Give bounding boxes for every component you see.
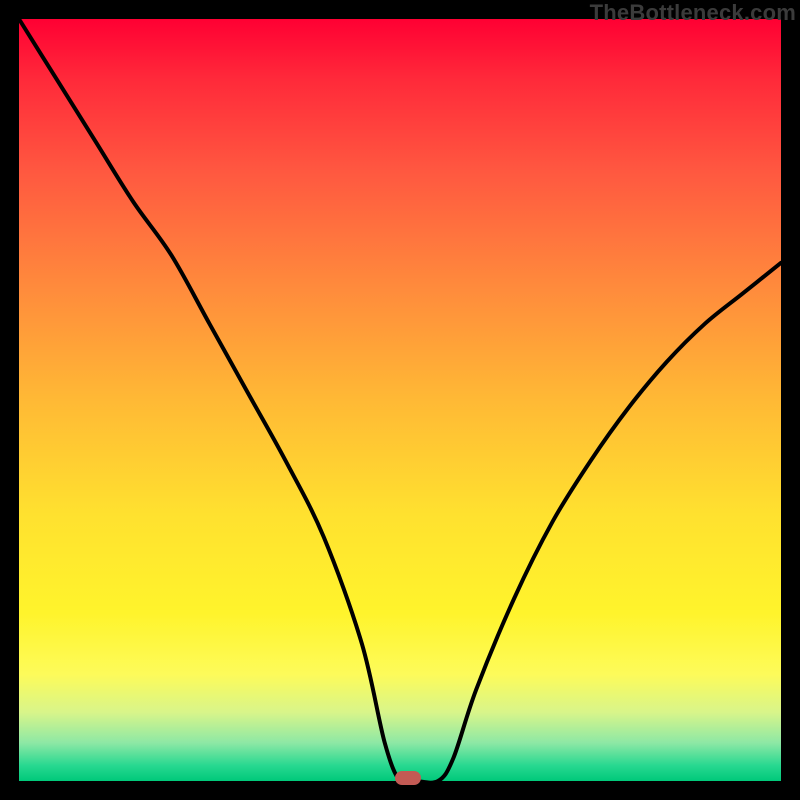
bottleneck-curve bbox=[19, 19, 781, 781]
optimal-marker bbox=[395, 771, 421, 785]
chart-frame bbox=[19, 19, 781, 781]
watermark-text: TheBottleneck.com bbox=[590, 0, 796, 26]
